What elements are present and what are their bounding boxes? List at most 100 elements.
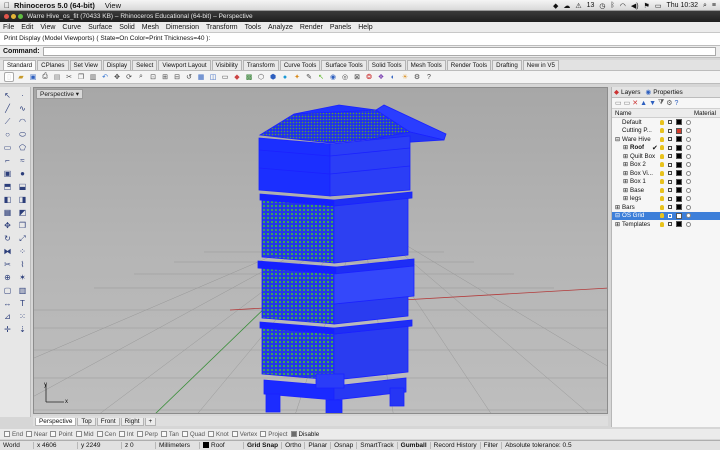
layer-row[interactable]: ⊞ legs: [612, 195, 720, 204]
menu-file[interactable]: File: [3, 24, 14, 31]
select-icon[interactable]: ↖: [316, 72, 326, 82]
close-window-button[interactable]: [4, 14, 9, 19]
layer-lock-icon[interactable]: [668, 171, 672, 176]
dropbox-icon[interactable]: ◆: [553, 2, 558, 10]
minimize-window-button[interactable]: [11, 14, 16, 19]
spotlight-icon[interactable]: ⌕: [703, 2, 707, 10]
planar-toggle[interactable]: Planar: [305, 442, 332, 449]
layer-row[interactable]: ⊞ Quilt Box: [612, 152, 720, 161]
osnap-tan[interactable]: Tan: [160, 431, 179, 438]
layer-expander-icon[interactable]: ⊟: [615, 136, 622, 143]
open-file-icon[interactable]: ▰: [16, 72, 26, 82]
layer-expander-icon[interactable]: ⊟: [615, 212, 622, 219]
toolbar-tab-cplanes[interactable]: CPlanes: [37, 60, 69, 70]
layer-name[interactable]: Quilt Box: [630, 153, 655, 160]
viewport-scene[interactable]: [34, 88, 608, 414]
menu-render[interactable]: Render: [300, 24, 323, 31]
panel-tab-properties[interactable]: ◉ Properties: [646, 88, 683, 97]
layer-visibility-bulb-icon[interactable]: [660, 145, 664, 151]
layer-lock-icon[interactable]: [668, 196, 672, 201]
polyline-icon[interactable]: ╱: [1, 103, 14, 114]
layer-lock-icon[interactable]: [668, 128, 672, 133]
rotate-icon[interactable]: ↻: [1, 233, 14, 244]
checkbox[interactable]: [26, 431, 33, 437]
layer-row[interactable]: ⊞ Box Vi...: [612, 169, 720, 178]
join-icon[interactable]: ⊕: [1, 272, 14, 283]
checkbox[interactable]: [160, 431, 167, 437]
layer-visibility-bulb-icon[interactable]: [660, 136, 664, 142]
checkbox[interactable]: [118, 431, 125, 437]
layer-color-swatch[interactable]: [676, 195, 682, 202]
array-icon[interactable]: ⁘: [16, 246, 29, 257]
osnap-int[interactable]: Int: [118, 431, 134, 438]
flag-icon[interactable]: ⚑: [644, 2, 650, 10]
line-icon[interactable]: ⟋: [1, 116, 14, 127]
checkbox[interactable]: [231, 431, 238, 437]
osnap-knot[interactable]: Knot: [207, 431, 229, 438]
volume-icon[interactable]: ◀): [631, 2, 639, 10]
layer-lock-icon[interactable]: [668, 137, 672, 142]
lightbulb-icon[interactable]: ✦: [292, 72, 302, 82]
checkbox[interactable]: [4, 431, 10, 437]
layer-material-icon[interactable]: [686, 187, 691, 193]
zoom-extents-icon[interactable]: ⊞: [160, 72, 170, 82]
osnap-quad[interactable]: Quad: [181, 431, 205, 438]
layer-visibility-bulb-icon[interactable]: [660, 204, 664, 210]
options-icon[interactable]: ⚙: [412, 72, 422, 82]
toolbar-tab-surface-tools[interactable]: Surface Tools: [321, 60, 367, 70]
layer-row[interactable]: ⊟ Ware Hive: [612, 135, 720, 144]
layer-lock-icon[interactable]: [668, 205, 672, 210]
layer-material-icon[interactable]: [686, 145, 691, 151]
osnap-mid[interactable]: Mid: [75, 431, 94, 438]
layer-material-icon[interactable]: [686, 196, 691, 202]
osnap-point[interactable]: Point: [50, 431, 73, 438]
explode-icon[interactable]: ✶: [16, 272, 29, 283]
layer-expander-icon[interactable]: ⊞: [615, 204, 622, 211]
layer-color-swatch[interactable]: [676, 187, 682, 194]
zoom-window-button[interactable]: [18, 14, 23, 19]
menu-help[interactable]: Help: [358, 24, 372, 31]
layer-visibility-bulb-icon[interactable]: [660, 196, 664, 202]
rectangle-icon[interactable]: ▭: [1, 142, 14, 153]
menu-solid[interactable]: Solid: [119, 24, 135, 31]
menu-transform[interactable]: Transform: [206, 24, 238, 31]
curve-icon[interactable]: ∿: [16, 103, 29, 114]
bluetooth-icon[interactable]: ᛒ: [611, 2, 615, 9]
layer-row[interactable]: ⊞ Base: [612, 186, 720, 195]
cplane-world[interactable]: World: [0, 442, 34, 449]
checkbox[interactable]: [260, 431, 267, 437]
osnap-toggle[interactable]: Osnap: [331, 442, 358, 449]
checkbox[interactable]: [181, 431, 188, 437]
circle-icon[interactable]: ○: [1, 129, 14, 140]
layer-expander-icon[interactable]: ⊞: [623, 178, 630, 185]
layer-expander-icon[interactable]: ⊞: [623, 170, 630, 177]
layer-name[interactable]: OS Grid: [622, 212, 644, 219]
viewport-tab-right[interactable]: Right: [120, 418, 144, 426]
layer-color-swatch[interactable]: [676, 170, 682, 177]
layer-visibility-bulb-icon[interactable]: [660, 153, 664, 159]
zoom-selected-icon[interactable]: ⊟: [172, 72, 182, 82]
environment-icon[interactable]: ◐: [388, 72, 398, 82]
osnap-end[interactable]: End: [4, 431, 23, 438]
layer-name[interactable]: Base: [630, 187, 644, 194]
layer-material-icon[interactable]: [686, 204, 691, 210]
menu-view[interactable]: View: [40, 24, 55, 31]
undo-icon[interactable]: ↶: [100, 72, 110, 82]
mesh-icon[interactable]: ▦: [1, 207, 14, 218]
osnap-cen[interactable]: Cen: [96, 431, 116, 438]
menu-panels[interactable]: Panels: [330, 24, 351, 31]
smarttrack-toggle[interactable]: SmartTrack: [357, 442, 398, 449]
layer-material-icon[interactable]: [686, 153, 691, 159]
print-icon[interactable]: ⎙: [40, 72, 50, 82]
layer-color-swatch[interactable]: [676, 212, 682, 219]
app-name-menu[interactable]: Rhinoceros 5.0 (64-bit): [14, 1, 95, 10]
object-properties-icon[interactable]: ✎: [304, 72, 314, 82]
layer-color-swatch[interactable]: [676, 153, 682, 160]
layer-name[interactable]: Box 1: [630, 178, 646, 185]
layer-visibility-bulb-icon[interactable]: [660, 187, 664, 193]
time-machine-icon[interactable]: ◷: [599, 2, 605, 10]
osnap-vertex[interactable]: Vertex: [231, 431, 257, 438]
grid-snap-toggle[interactable]: Grid Snap: [244, 442, 283, 449]
layer-color-swatch[interactable]: [676, 161, 682, 168]
layer-name[interactable]: Default: [622, 119, 642, 126]
